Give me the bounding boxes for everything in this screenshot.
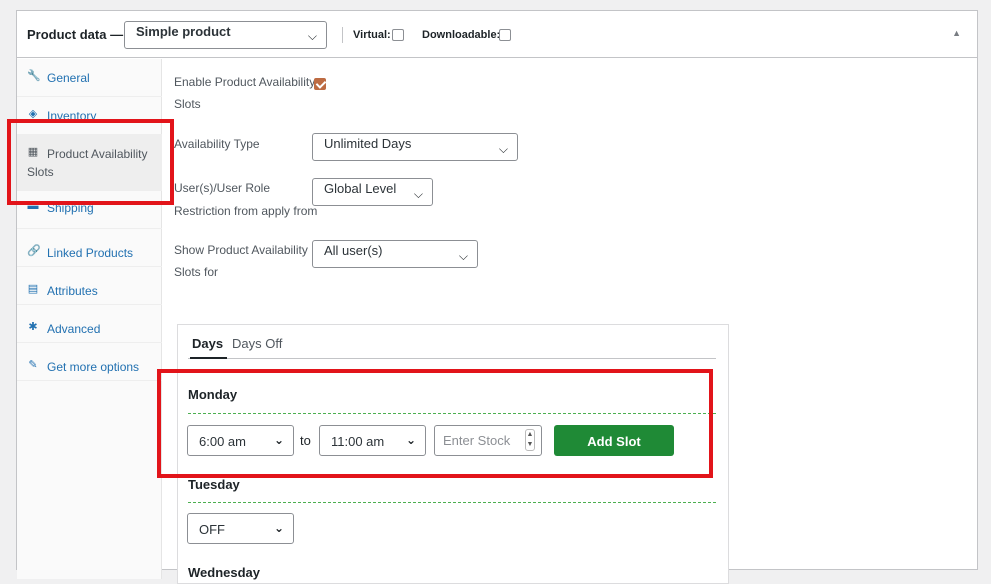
tab-label: Advanced bbox=[47, 322, 101, 336]
collapse-arrow-icon[interactable]: ▲ bbox=[952, 28, 961, 38]
tuesday-heading: Tuesday bbox=[188, 477, 240, 492]
tab-attributes[interactable]: ▤ Attributes bbox=[17, 267, 162, 305]
show-for-select[interactable]: All user(s) ⌵ bbox=[312, 240, 478, 268]
show-for-label: Show Product Availability bbox=[174, 243, 308, 257]
enable-slots-label: Enable Product Availability bbox=[174, 75, 316, 89]
tab-label: Attributes bbox=[47, 284, 98, 298]
tab-days-off[interactable]: Days Off bbox=[232, 336, 282, 351]
chevron-down-icon: ⌵ bbox=[458, 249, 468, 263]
slot-tabs: Days Days Off bbox=[188, 325, 716, 359]
tuesday-divider bbox=[188, 502, 716, 503]
tab-advanced[interactable]: ✱ Advanced bbox=[17, 305, 162, 343]
chevron-down-icon: ⌵ bbox=[413, 187, 423, 201]
wrench-icon: 🔧 bbox=[27, 70, 41, 82]
tab-label: Get more options bbox=[47, 360, 140, 374]
plugin-icon: ✎ bbox=[28, 359, 38, 371]
enable-slots-label-line2: Slots bbox=[174, 97, 201, 111]
virtual-checkbox[interactable] bbox=[392, 29, 404, 41]
availability-type-select[interactable]: Unlimited Days ⌵ bbox=[312, 133, 518, 161]
user-role-select[interactable]: Global Level ⌵ bbox=[312, 178, 433, 206]
user-role-label: User(s)/User Role bbox=[174, 181, 271, 195]
highlight-box-monday bbox=[157, 369, 713, 478]
product-data-panel: Product data — Simple product ⌵ Virtual:… bbox=[16, 10, 978, 584]
availability-type-value: Unlimited Days bbox=[324, 136, 412, 151]
enable-slots-checkbox[interactable] bbox=[314, 78, 326, 90]
chevron-down-icon: ⌵ bbox=[498, 142, 508, 156]
virtual-label: Virtual: bbox=[353, 29, 391, 41]
highlight-box-sidebar bbox=[7, 119, 174, 205]
tuesday-select[interactable]: OFF ⌄ bbox=[187, 513, 294, 544]
product-data-title: Product data — bbox=[27, 27, 124, 42]
tuesday-value: OFF bbox=[199, 522, 225, 537]
gear-icon: ✱ bbox=[28, 321, 38, 333]
tab-days[interactable]: Days bbox=[189, 336, 228, 359]
tab-label: General bbox=[47, 71, 90, 85]
show-for-value: All user(s) bbox=[324, 243, 383, 258]
product-data-header: Product data — Simple product ⌵ Virtual:… bbox=[17, 11, 977, 58]
downloadable-label: Downloadable: bbox=[422, 29, 501, 41]
tab-general[interactable]: 🔧 General bbox=[17, 59, 162, 97]
user-role-label-line2: Restriction from apply from bbox=[174, 204, 318, 218]
show-for-label-line2: Slots for bbox=[174, 265, 219, 279]
list-icon: ▤ bbox=[27, 283, 39, 295]
link-icon: 🔗 bbox=[27, 245, 41, 257]
chevron-down-icon: ⌵ bbox=[307, 29, 317, 43]
wednesday-heading: Wednesday bbox=[188, 565, 261, 580]
product-type-select[interactable]: Simple product ⌵ bbox=[124, 21, 327, 49]
user-role-value: Global Level bbox=[324, 181, 397, 196]
chevron-down-icon: ⌄ bbox=[273, 521, 284, 535]
tab-linked-products[interactable]: 🔗 Linked Products bbox=[17, 229, 162, 267]
header-separator bbox=[342, 27, 343, 43]
downloadable-checkbox[interactable] bbox=[499, 29, 511, 41]
tab-label: Linked Products bbox=[47, 246, 134, 260]
product-type-value: Simple product bbox=[136, 24, 231, 39]
tab-get-more-options[interactable]: ✎ Get more options bbox=[17, 343, 162, 381]
availability-type-label: Availability Type bbox=[174, 137, 260, 151]
